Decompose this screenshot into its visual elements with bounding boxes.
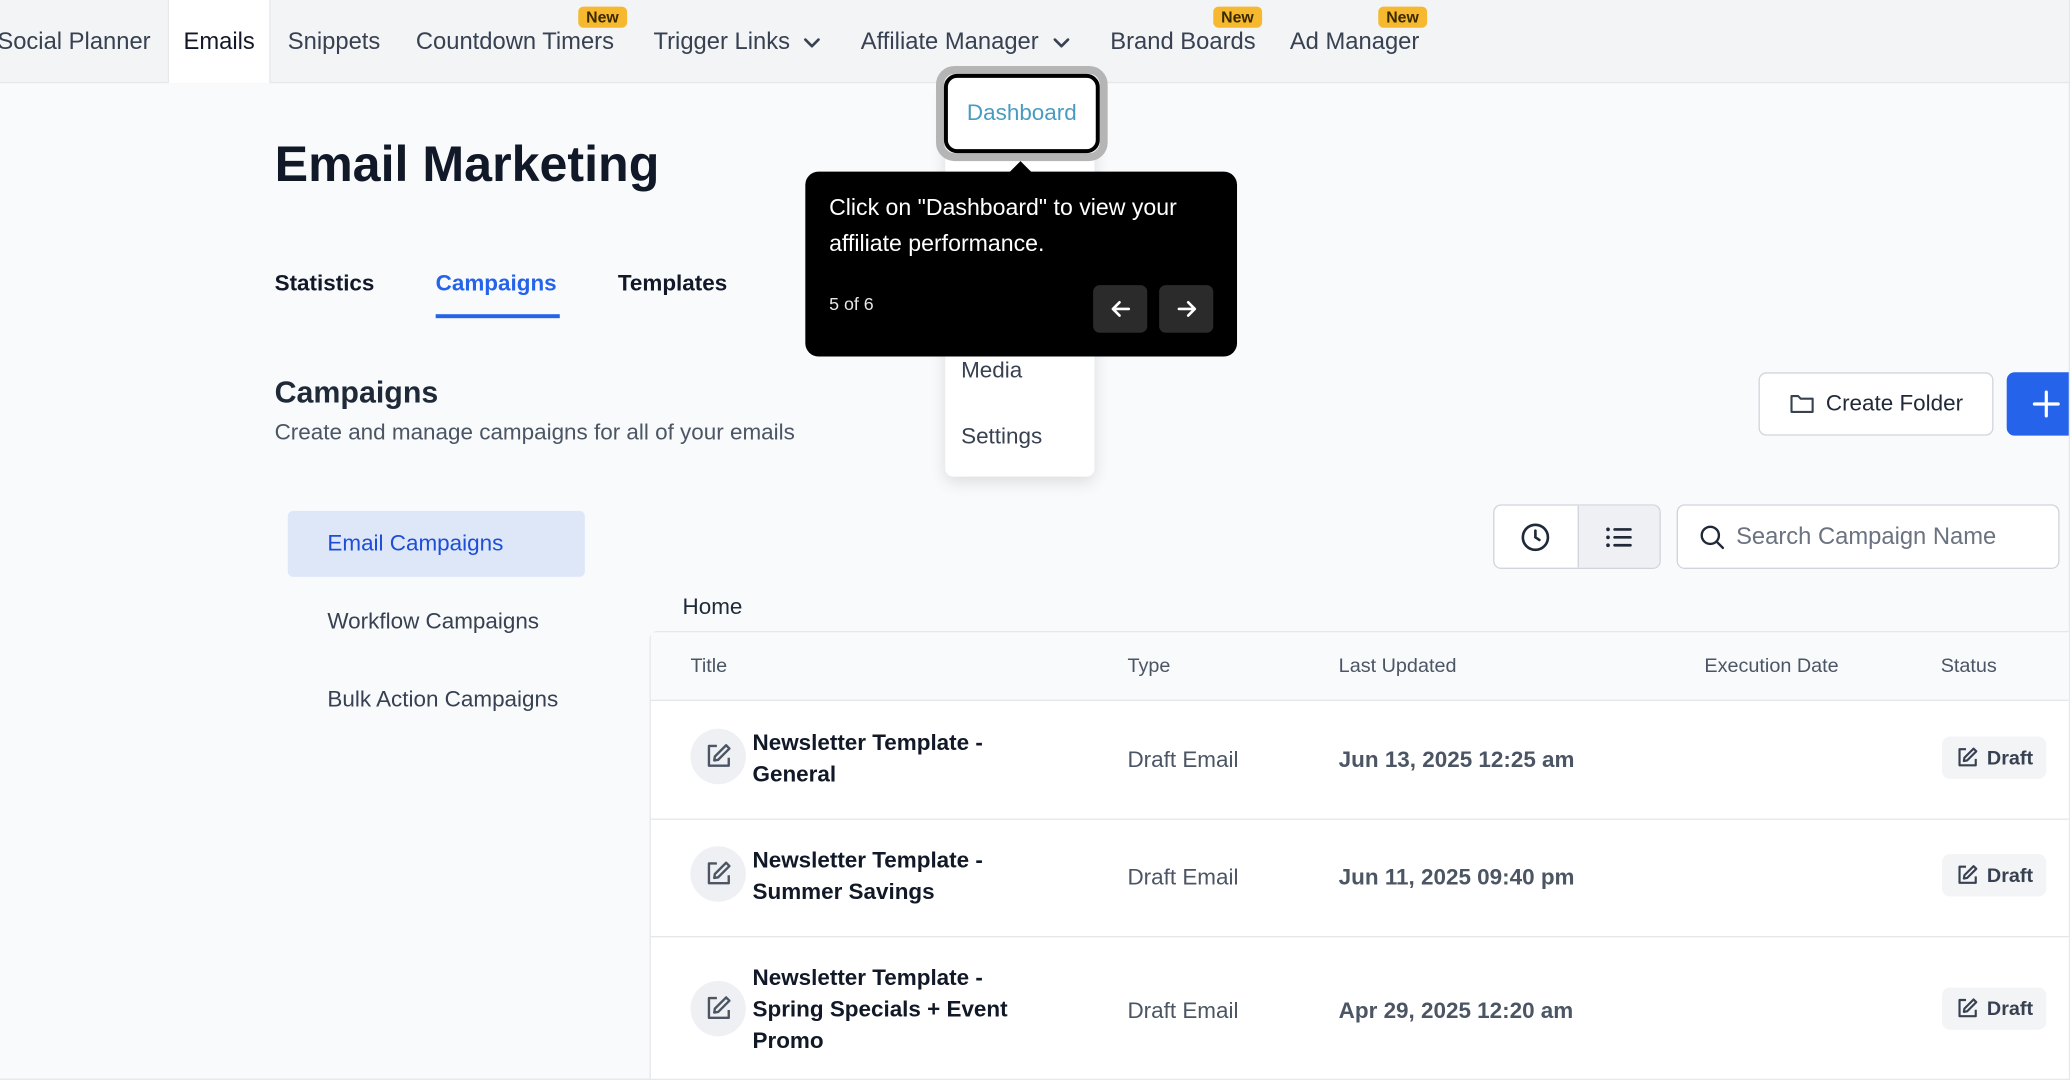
create-folder-label: Create Folder <box>1825 390 1964 416</box>
section-subtitle: Create and manage campaigns for all of y… <box>274 419 795 445</box>
column-header-last-updated[interactable]: Last Updated <box>1339 655 1457 677</box>
table-row[interactable]: Newsletter Template - General Draft Emai… <box>650 701 2069 820</box>
dropdown-item-media[interactable]: Media <box>961 358 1022 384</box>
status-label: Draft <box>1986 746 2034 770</box>
new-badge: New <box>1213 6 1262 28</box>
table-row[interactable]: Newsletter Template - Summer Savings Dra… <box>650 820 2069 938</box>
edit-icon[interactable] <box>690 980 746 1037</box>
active-tab-indicator <box>435 314 560 319</box>
status-label: Draft <box>1986 997 2034 1020</box>
clock-icon <box>1521 522 1550 551</box>
status-badge: Draft <box>1942 736 2047 779</box>
subnav-label: Workflow Campaigns <box>327 608 540 634</box>
chevron-down-icon <box>804 37 821 47</box>
table-row[interactable]: Newsletter Template - Spring Specials + … <box>651 937 2069 1078</box>
dropdown-item-settings[interactable]: Settings <box>961 424 1042 450</box>
tab-statistics[interactable]: Statistics <box>275 271 375 297</box>
app-window: Social Planner Emails Snippets Countdown… <box>0 0 2070 1080</box>
create-folder-button[interactable]: Create Folder <box>1758 372 1994 436</box>
campaign-type: Draft Email <box>1127 998 1239 1024</box>
view-toggle <box>1493 504 1661 570</box>
campaign-last-updated: Jun 11, 2025 09:40 pm <box>1338 864 1575 890</box>
column-header-status[interactable]: Status <box>1941 655 1997 677</box>
list-view-button[interactable] <box>1576 505 1660 568</box>
campaign-type: Draft Email <box>1127 747 1239 773</box>
column-header-type[interactable]: Type <box>1127 655 1170 677</box>
search-box <box>1676 504 2060 570</box>
new-badge: New <box>1378 6 1427 28</box>
page-title: Email Marketing <box>274 137 660 193</box>
campaign-title[interactable]: Newsletter Template - General <box>753 727 1043 790</box>
subnav-label: Bulk Action Campaigns <box>327 686 559 712</box>
nav-social-planner[interactable]: Social Planner <box>0 0 151 83</box>
tab-campaigns[interactable]: Campaigns <box>436 271 557 297</box>
column-header-title[interactable]: Title <box>690 655 727 677</box>
breadcrumb[interactable]: Home <box>683 594 743 620</box>
campaign-last-updated: Apr 29, 2025 12:20 am <box>1338 998 1574 1024</box>
status-badge: Draft <box>1942 987 2047 1030</box>
campaign-type: Draft Email <box>1127 864 1239 890</box>
nav-label: Trigger Links <box>653 27 790 55</box>
nav-label: Ad Manager <box>1289 27 1420 55</box>
search-input[interactable] <box>1736 522 2053 551</box>
status-badge: Draft <box>1942 854 2047 897</box>
dropdown-item-dashboard[interactable]: Dashboard <box>943 73 1100 154</box>
edit-icon <box>1958 747 1978 767</box>
history-view-button[interactable] <box>1494 506 1577 568</box>
column-header-execution-date[interactable]: Execution Date <box>1704 655 1838 677</box>
nav-label: Countdown Timers <box>415 27 614 55</box>
subnav-label: Email Campaigns <box>327 530 504 556</box>
tour-tooltip: Click on "Dashboard" to view your affili… <box>805 171 1238 357</box>
tour-next-button[interactable] <box>1159 285 1214 333</box>
edit-icon[interactable] <box>690 846 746 902</box>
plus-icon <box>2032 390 2060 418</box>
search-icon <box>1700 524 1725 549</box>
nav-snippets[interactable]: Snippets <box>288 0 380 83</box>
nav-label: Emails <box>183 27 255 55</box>
subnav-workflow-campaigns[interactable]: Workflow Campaigns <box>288 589 585 655</box>
status-label: Draft <box>1986 864 2034 887</box>
list-icon <box>1606 526 1633 547</box>
nav-label: Brand Boards <box>1110 27 1256 55</box>
add-campaign-button[interactable] <box>2006 372 2069 436</box>
folder-icon <box>1790 395 1814 413</box>
nav-label: Social Planner <box>0 27 151 55</box>
campaign-last-updated: Jun 13, 2025 12:25 am <box>1338 747 1575 773</box>
subnav-email-campaigns[interactable]: Email Campaigns <box>287 510 585 577</box>
section-title: Campaigns <box>274 374 439 410</box>
nav-trigger-links[interactable]: Trigger Links <box>653 0 821 83</box>
edit-icon <box>1958 998 1978 1018</box>
tab-templates[interactable]: Templates <box>618 271 727 297</box>
chevron-down-icon <box>1053 37 1070 47</box>
edit-icon <box>1958 865 1978 884</box>
campaign-title[interactable]: Newsletter Template - Summer Savings <box>753 845 1043 908</box>
tour-prev-button[interactable] <box>1093 285 1148 333</box>
table-header: Title Type Last Updated Execution Date S… <box>650 632 2069 702</box>
tooltip-text: Click on "Dashboard" to view your affili… <box>829 194 1177 257</box>
campaigns-table: Title Type Last Updated Execution Date S… <box>649 631 2069 1079</box>
new-badge: New <box>578 6 627 28</box>
nav-label: Snippets <box>287 27 381 55</box>
campaign-title[interactable]: Newsletter Template - Spring Specials + … <box>753 962 1043 1057</box>
edit-icon[interactable] <box>690 728 746 785</box>
nav-emails[interactable]: Emails <box>167 0 271 84</box>
nav-label: Affiliate Manager <box>860 27 1039 55</box>
tooltip-step-counter: 5 of 6 <box>829 294 874 315</box>
subnav-bulk-action-campaigns[interactable]: Bulk Action Campaigns <box>288 667 585 733</box>
arrow-right-icon <box>1176 301 1196 317</box>
arrow-left-icon <box>1110 301 1130 317</box>
